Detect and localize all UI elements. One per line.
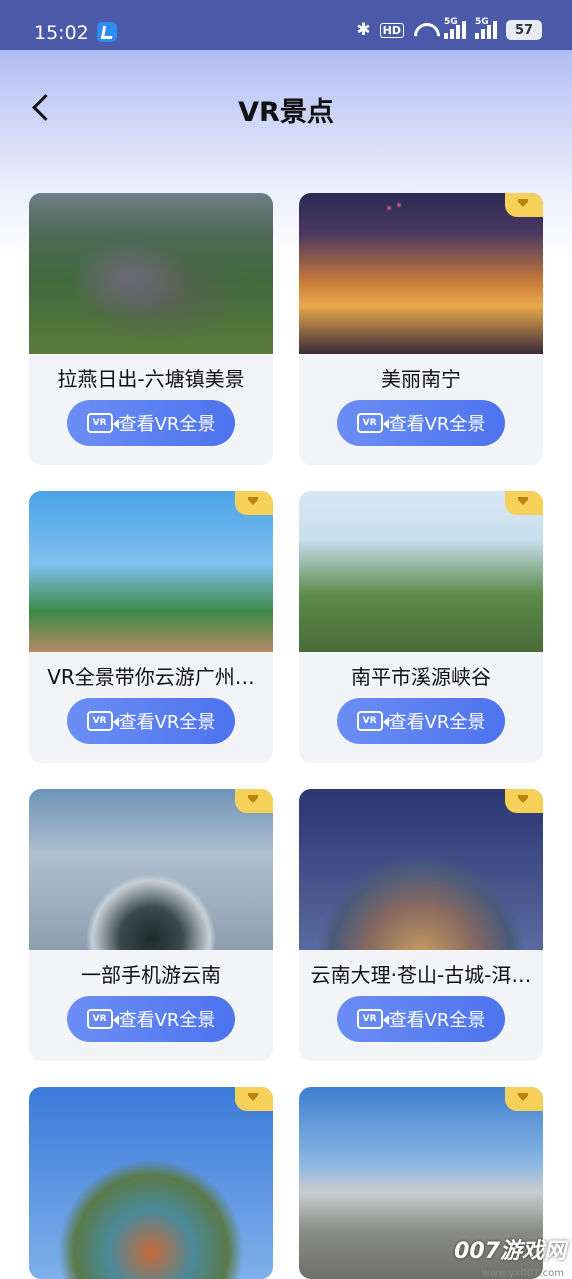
battery-icon: 57	[506, 20, 542, 40]
watermark-url: www.yx007.com	[481, 1268, 564, 1279]
scenic-card[interactable]: 美丽南宁 VR 查看VR全景	[299, 193, 543, 465]
scenic-image[interactable]	[29, 1087, 273, 1279]
premium-badge-icon	[505, 789, 543, 813]
scenic-title: 拉燕日出-六塘镇美景	[57, 367, 245, 391]
scenic-title: 美丽南宁	[381, 367, 461, 391]
scenic-title: 云南大理·苍山-古城-洱…	[310, 963, 532, 987]
view-vr-button[interactable]: VR 查看VR全景	[67, 698, 235, 744]
scenic-card[interactable]: 南平市溪源峡谷 VR 查看VR全景	[299, 491, 543, 763]
status-icons: ✱ HD 5G 5G 57	[356, 17, 542, 40]
premium-badge-icon	[235, 491, 273, 515]
scenic-image[interactable]	[29, 491, 273, 652]
scenic-image[interactable]	[29, 193, 273, 354]
view-vr-button[interactable]: VR 查看VR全景	[337, 400, 505, 446]
scenic-card[interactable]	[29, 1087, 273, 1279]
scenic-card[interactable]: 云南大理·苍山-古城-洱… VR 查看VR全景	[299, 789, 543, 1061]
status-bar: 15:02 ✱ HD 5G 5G 57	[0, 0, 572, 50]
vr-camera-icon: VR	[86, 413, 119, 433]
vr-camera-icon: VR	[86, 711, 119, 731]
view-vr-label: 查看VR全景	[388, 712, 486, 733]
scenic-image[interactable]	[299, 193, 543, 354]
vr-camera-icon: VR	[86, 1009, 119, 1029]
scenic-card[interactable]: 拉燕日出-六塘镇美景 VR 查看VR全景	[29, 193, 273, 465]
scenic-card[interactable]: 一部手机游云南 VR 查看VR全景	[29, 789, 273, 1061]
premium-badge-icon	[235, 789, 273, 813]
scenic-title: 南平市溪源峡谷	[351, 665, 491, 689]
view-vr-label: 查看VR全景	[118, 1010, 216, 1031]
bluetooth-icon: ✱	[356, 20, 371, 40]
view-vr-button[interactable]: VR 查看VR全景	[67, 400, 235, 446]
premium-badge-icon	[505, 193, 543, 217]
view-vr-button[interactable]: VR 查看VR全景	[67, 996, 235, 1042]
view-vr-label: 查看VR全景	[118, 712, 216, 733]
view-vr-label: 查看VR全景	[388, 1010, 486, 1031]
vr-camera-icon: VR	[356, 413, 389, 433]
status-time: 15:02	[34, 22, 89, 44]
scenic-title: 一部手机游云南	[81, 963, 221, 987]
view-vr-label: 查看VR全景	[118, 414, 216, 435]
premium-badge-icon	[235, 1087, 273, 1111]
watermark-logo: 007游戏网	[454, 1239, 566, 1264]
page-header: VR景点	[0, 70, 572, 146]
vr-camera-icon: VR	[356, 1009, 389, 1029]
scenic-card[interactable]: VR全景带你云游广州… VR 查看VR全景	[29, 491, 273, 763]
view-vr-label: 查看VR全景	[388, 414, 486, 435]
scenic-title: VR全景带你云游广州…	[47, 665, 255, 689]
wifi-icon	[413, 22, 435, 38]
scenic-image[interactable]	[29, 789, 273, 950]
view-vr-button[interactable]: VR 查看VR全景	[337, 996, 505, 1042]
app-notification-icon	[97, 22, 117, 42]
premium-badge-icon	[505, 1087, 543, 1111]
hd-icon: HD	[379, 22, 404, 38]
vr-camera-icon: VR	[356, 711, 389, 731]
premium-badge-icon	[505, 491, 543, 515]
view-vr-button[interactable]: VR 查看VR全景	[337, 698, 505, 744]
scenic-image[interactable]	[299, 789, 543, 950]
scenic-image[interactable]	[299, 491, 543, 652]
signal-icon: 5G	[444, 17, 466, 39]
page-title: VR景点	[238, 97, 334, 128]
signal-icon-2: 5G	[475, 17, 497, 39]
